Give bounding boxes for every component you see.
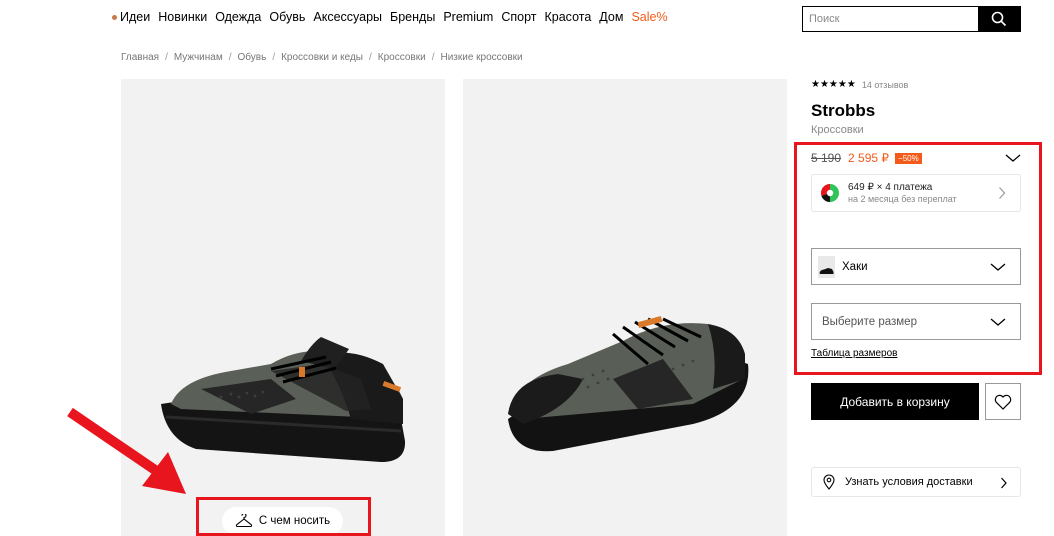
- nav-item-new[interactable]: Новинки: [158, 10, 207, 24]
- product-rating[interactable]: ★★★★★ 14 отзывов: [811, 79, 908, 90]
- installments-amount: 649 ₽ × 4 платежа: [848, 182, 933, 193]
- delivery-conditions[interactable]: Узнать условия доставки: [811, 467, 1021, 497]
- search-button[interactable]: [978, 7, 1020, 31]
- breadcrumb-separator: /: [165, 52, 168, 63]
- wishlist-button[interactable]: [985, 383, 1021, 420]
- nav-item-shoes[interactable]: Обувь: [269, 10, 305, 24]
- breadcrumb-separator: /: [228, 52, 232, 63]
- ideas-dot-icon: [112, 14, 117, 20]
- old-price: 5 190: [811, 151, 842, 165]
- breadcrumb-sneakers[interactable]: Кроссовки: [378, 52, 426, 63]
- size-placeholder: Выберите размер: [822, 315, 917, 328]
- nav-item-ideas[interactable]: Идеи: [120, 10, 150, 24]
- breadcrumb-men[interactable]: Мужчинам: [174, 52, 223, 63]
- installments-text: 649 ₽ × 4 платежа на 2 месяца без перепл…: [848, 182, 957, 204]
- breadcrumb-sneakers-keds[interactable]: Кроссовки и кеды: [281, 52, 363, 63]
- selected-color: Хаки: [842, 260, 868, 273]
- nav-item-accessories[interactable]: Аксессуары: [313, 10, 382, 24]
- breadcrumb-separator: /: [272, 52, 276, 63]
- search-input[interactable]: [803, 7, 978, 31]
- add-to-cart-button[interactable]: Добавить в корзину: [811, 383, 979, 420]
- delivery-label: Узнать условия доставки: [845, 476, 973, 488]
- nav-item-premium[interactable]: Premium: [443, 10, 493, 24]
- split-payment-icon: [820, 183, 839, 203]
- shoe-thumbnail-icon: [819, 267, 834, 274]
- installments-offer[interactable]: 649 ₽ × 4 платежа на 2 месяца без перепл…: [811, 174, 1021, 212]
- product-brand[interactable]: Strobbs: [811, 101, 875, 121]
- size-table-link[interactable]: Таблица размеров: [811, 348, 897, 359]
- discount-badge: −50%: [895, 152, 922, 164]
- product-photo-front[interactable]: [463, 79, 787, 536]
- location-pin-icon: [823, 474, 835, 490]
- sneaker-front-image: [508, 315, 749, 452]
- nav-item-sport[interactable]: Спорт: [501, 10, 536, 24]
- nav-item-clothes[interactable]: Одежда: [215, 10, 261, 24]
- breadcrumb-low-sneakers[interactable]: Низкие кроссовки: [440, 52, 522, 63]
- price-row: 5 190 2 595 ₽ −50%: [811, 151, 1021, 165]
- breadcrumb-separator: /: [369, 52, 372, 63]
- chevron-down-icon: [990, 318, 1006, 326]
- color-swatch-thumbnail: [818, 255, 835, 278]
- chevron-right-icon: [1001, 477, 1007, 489]
- breadcrumb-separator: /: [431, 52, 435, 63]
- top-nav: Идеи Новинки Одежда Обувь Аксессуары Бре…: [112, 10, 676, 24]
- color-select[interactable]: Хаки: [811, 248, 1021, 285]
- breadcrumb-shoes[interactable]: Обувь: [238, 52, 267, 63]
- chevron-down-icon[interactable]: [1005, 153, 1021, 163]
- hanger-icon: [235, 514, 253, 528]
- new-price: 2 595 ₽: [848, 151, 890, 165]
- installments-terms: на 2 месяца без переплат: [848, 194, 957, 204]
- nav-item-beauty[interactable]: Красота: [545, 10, 592, 24]
- reviews-count[interactable]: 14 отзывов: [862, 80, 909, 90]
- nav-item-sale[interactable]: Sale%: [631, 10, 667, 24]
- red-arrow-annotation: [67, 407, 186, 494]
- chevron-right-icon: [999, 187, 1006, 199]
- search-icon: [991, 11, 1007, 27]
- search-bar: [802, 6, 1021, 32]
- size-select[interactable]: Выберите размер: [811, 303, 1021, 340]
- heart-icon: [994, 394, 1012, 410]
- rating-stars-icon: ★★★★★: [811, 79, 856, 90]
- chevron-down-icon: [990, 263, 1006, 271]
- nav-item-home[interactable]: Дом: [599, 10, 623, 24]
- what-to-wear-label: С чем носить: [258, 515, 331, 527]
- what-to-wear-button[interactable]: С чем носить: [222, 507, 343, 535]
- breadcrumb: Главная / Мужчинам / Обувь / Кроссовки и…: [121, 52, 523, 63]
- breadcrumb-home[interactable]: Главная: [121, 52, 159, 63]
- product-category: Кроссовки: [811, 124, 864, 136]
- nav-item-brands[interactable]: Бренды: [390, 10, 435, 24]
